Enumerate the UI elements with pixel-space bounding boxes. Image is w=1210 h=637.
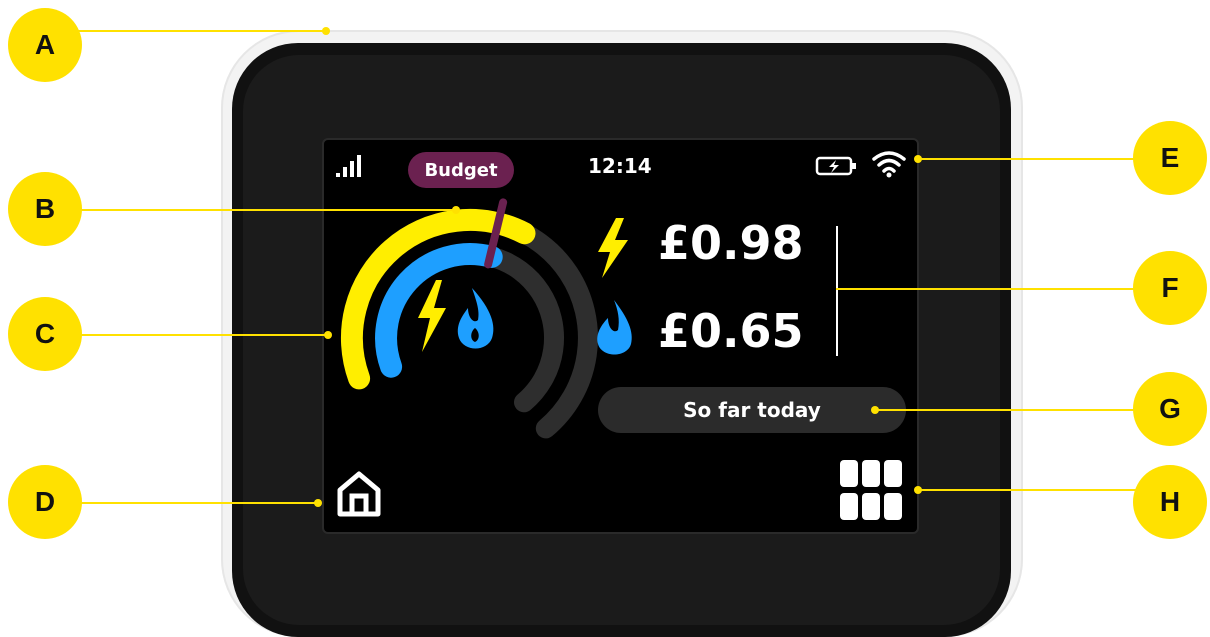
leader-dot-a [322,27,330,35]
wifi-icon [872,151,906,178]
leader-a [70,30,326,32]
leader-h [918,489,1146,491]
gas-flame-icon [597,300,632,355]
leader-d [70,502,318,504]
callout-g: G [1133,372,1207,446]
callout-c: C [8,297,82,371]
callout-d: D [8,465,82,539]
leader-dot-b [452,206,460,214]
battery-charging-icon [815,156,856,176]
callout-f: F [1133,251,1207,325]
budget-label: Budget [408,152,514,188]
leader-dot-c [324,331,332,339]
callout-a: A [8,8,82,82]
leader-dot-g [871,406,879,414]
leader-c [70,334,328,336]
leader-b [70,209,456,211]
leader-f [836,288,1146,290]
gauge-gas-icon [457,288,494,349]
grid-menu-icon[interactable] [840,460,902,522]
leader-e [918,158,1146,160]
cost-divider [836,226,838,356]
display-screen: 12:14 Budget £0.98 £0.65 So far today [322,138,919,534]
leader-g [876,409,1146,411]
lightning-bolt-icon [598,218,628,278]
callout-b: B [8,172,82,246]
leader-dot-h [914,486,922,494]
callout-e: E [1133,121,1207,195]
electricity-cost: £0.98 [658,216,804,270]
leader-dot-e [914,155,922,163]
gauge-electricity-icon [418,280,446,352]
gas-cost: £0.65 [658,304,804,358]
home-icon[interactable] [336,470,382,518]
callout-h: H [1133,465,1207,539]
leader-dot-d [314,499,322,507]
so-far-today-button[interactable]: So far today [598,387,906,433]
